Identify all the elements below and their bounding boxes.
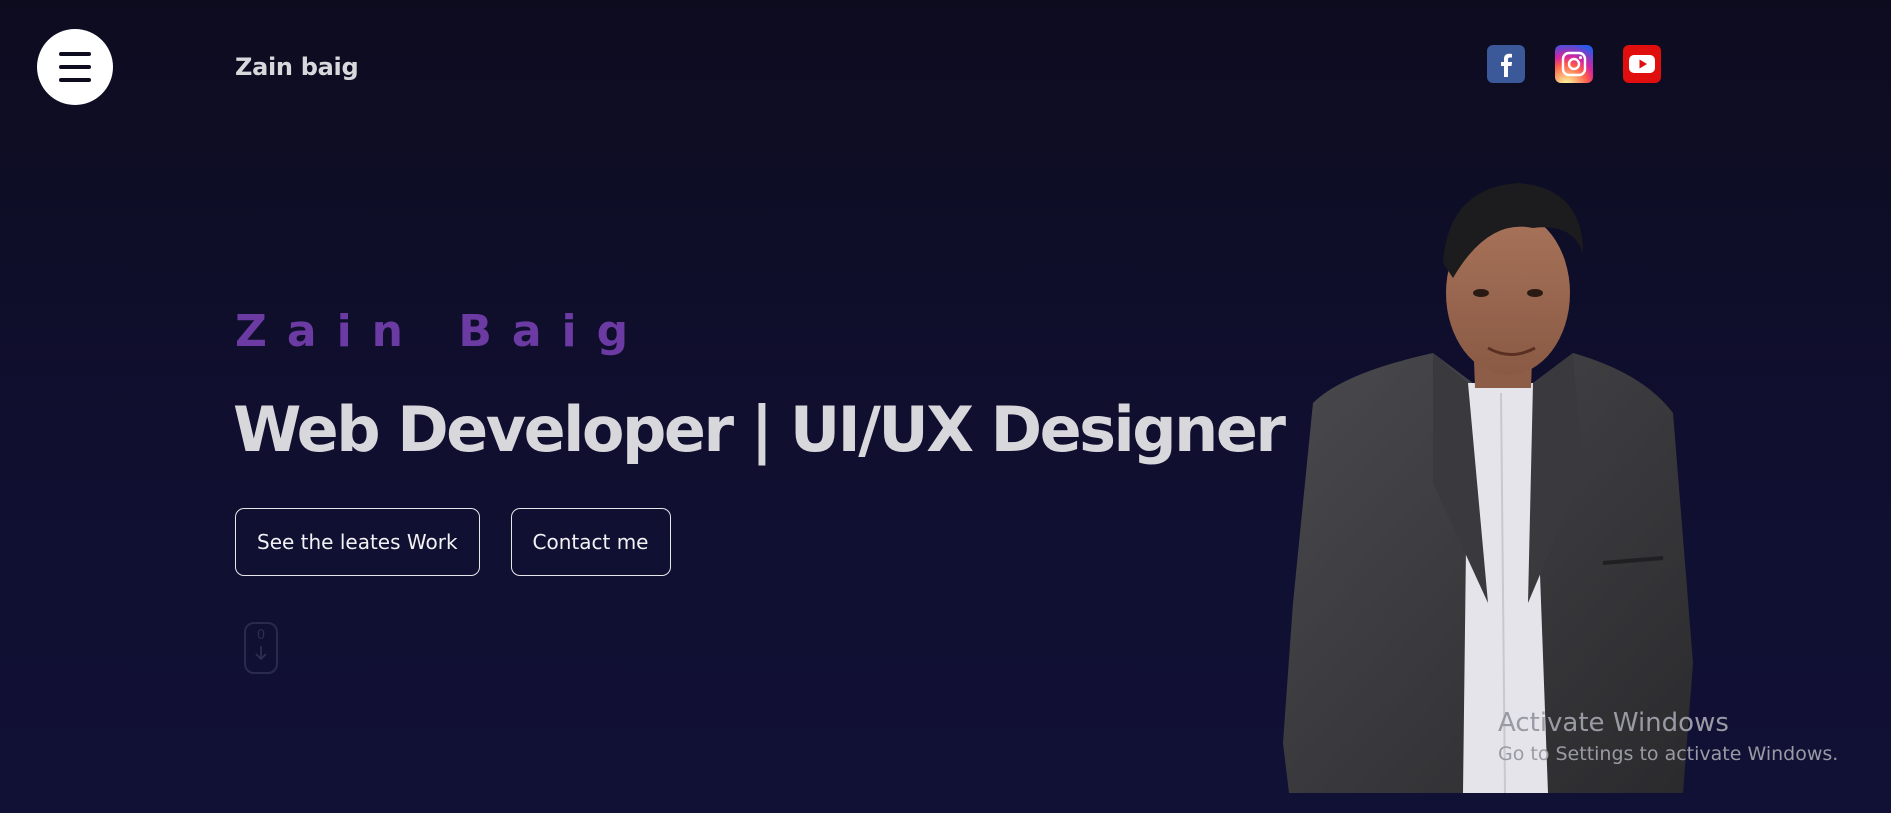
- contact-me-button[interactable]: Contact me: [510, 508, 671, 576]
- hamburger-menu-button[interactable]: [37, 29, 113, 105]
- menu-bar: [59, 52, 91, 56]
- hero-section: Zain Baig Web Developer | UI/UX Designer: [233, 298, 1286, 466]
- hero-name: Zain Baig: [235, 306, 649, 357]
- menu-bar: [59, 65, 91, 69]
- hero-actions: See the leates Work Contact me: [235, 508, 671, 576]
- menu-bar: [59, 78, 91, 82]
- scroll-down-mouse-icon[interactable]: 0: [244, 622, 278, 674]
- arrow-down-icon: [255, 646, 267, 661]
- instagram-icon[interactable]: [1555, 45, 1593, 83]
- facebook-icon[interactable]: [1487, 45, 1525, 83]
- see-latest-work-button[interactable]: See the leates Work: [235, 508, 480, 576]
- profile-portrait-image: [1283, 183, 1693, 793]
- social-links: [1487, 45, 1661, 83]
- brand-name[interactable]: Zain baig: [235, 53, 359, 81]
- youtube-icon[interactable]: [1623, 45, 1661, 83]
- hero-title: Web Developer | UI/UX Designer: [233, 393, 1286, 466]
- scroll-wheel-glyph: 0: [256, 628, 266, 643]
